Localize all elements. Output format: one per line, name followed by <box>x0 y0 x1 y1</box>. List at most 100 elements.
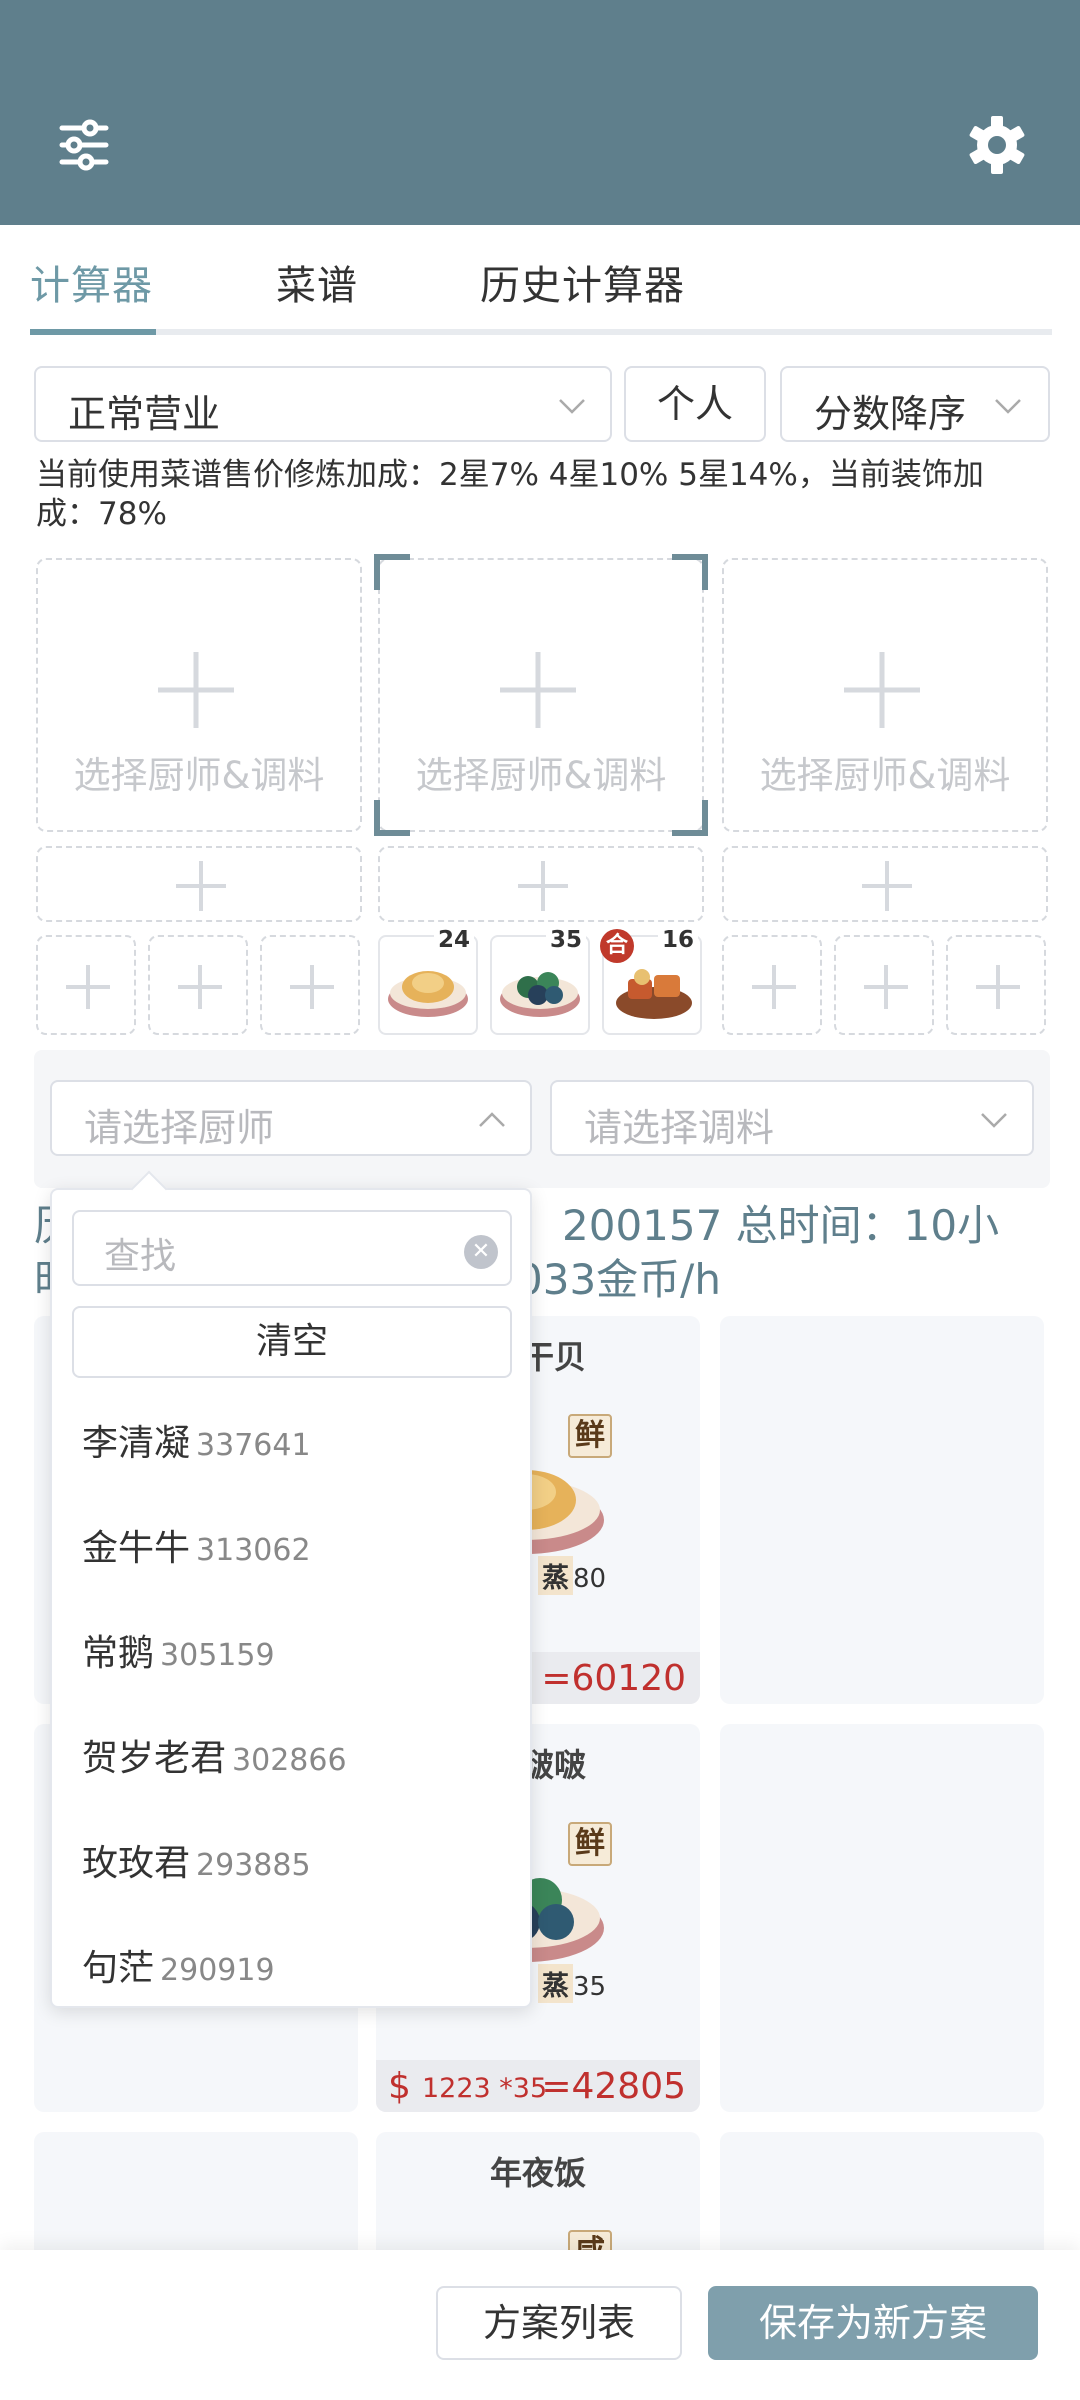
recipe-slot-gold-dish[interactable]: 24 <box>378 927 478 1035</box>
chef-option[interactable]: 贺岁老君 302866 <box>82 1729 347 1781</box>
chef-score: 305159 <box>160 1638 275 1673</box>
plan-list-button[interactable]: 方案列表 <box>436 2286 682 2360</box>
recipe-slot-empty[interactable] <box>722 935 822 1035</box>
recipe-slot-empty[interactable] <box>260 935 360 1035</box>
clear-search-icon[interactable]: ✕ <box>464 1235 498 1269</box>
selection-corner <box>672 800 708 836</box>
tab-history[interactable]: 历史计算器 <box>480 253 685 311</box>
plus-icon <box>158 652 234 728</box>
chef-select[interactable]: 请选择厨师 <box>50 1080 532 1156</box>
chef-score: 302866 <box>232 1743 347 1778</box>
price-total: =60120 <box>541 1658 686 1699</box>
chef-name: 句茫 <box>82 1948 155 1989</box>
combo-badge: 合 <box>600 929 634 963</box>
recipe-slot-empty[interactable] <box>946 935 1046 1035</box>
recipe-slot-empty[interactable] <box>834 935 934 1035</box>
sort-select[interactable]: 分数降序 <box>780 366 1050 442</box>
chevron-down-icon <box>559 399 585 414</box>
dish-count: 24 <box>433 927 474 953</box>
plus-icon <box>500 652 576 728</box>
equip-slot-3[interactable] <box>722 846 1048 922</box>
recipe-slot-empty[interactable] <box>148 935 248 1035</box>
selection-corner <box>374 554 410 590</box>
save-new-plan-button[interactable]: 保存为新方案 <box>708 2286 1038 2360</box>
plus-icon <box>862 861 912 911</box>
plus-icon <box>178 965 222 1009</box>
chef-score: 293885 <box>196 1848 311 1883</box>
bonus-info-text: 当前使用菜谱售价修炼加成：2星7% 4星10% 5星14%，当前装饰加成：78% <box>36 457 984 532</box>
summary-line2-right: 033金币/h <box>516 1255 721 1304</box>
chef-name: 常鹅 <box>82 1633 155 1674</box>
price-bar: $ 1223 *35 =42805 <box>376 2060 700 2112</box>
skill-value: 35 <box>573 1972 607 2002</box>
plus-icon <box>844 652 920 728</box>
seasoning-select-placeholder: 请选择调料 <box>584 1106 775 1150</box>
chef-score: 290919 <box>160 1953 275 1988</box>
skill-name: 蒸 <box>538 1964 573 2003</box>
chef-slot-1[interactable]: 选择厨师&调料 <box>36 558 362 832</box>
selection-corner <box>374 800 410 836</box>
recipe-slot-green-dish[interactable]: 35 <box>490 927 590 1035</box>
plus-icon <box>752 965 796 1009</box>
plus-icon <box>66 965 110 1009</box>
chef-name: 金牛牛 <box>82 1528 191 1569</box>
seasoning-select[interactable]: 请选择调料 <box>550 1080 1034 1156</box>
chef-select-placeholder: 请选择厨师 <box>84 1106 275 1150</box>
chef-option[interactable]: 句茫 290919 <box>82 1939 275 1991</box>
skill-requirement: 蒸 80 <box>538 1556 606 1595</box>
chef-name: 玫玫君 <box>82 1843 191 1884</box>
plus-icon <box>976 965 1020 1009</box>
search-placeholder: 查找 <box>104 1236 177 1277</box>
tab-track <box>30 329 1052 335</box>
chef-slot-2[interactable]: 选择厨师&调料 <box>374 554 708 836</box>
equip-slot-1[interactable] <box>36 846 362 922</box>
app-header <box>0 0 1080 225</box>
dish-count: 16 <box>657 927 698 953</box>
plus-icon <box>864 965 908 1009</box>
skill-value: 80 <box>573 1564 607 1594</box>
plus-icon <box>176 861 226 911</box>
clear-button[interactable]: 清空 <box>72 1306 512 1378</box>
chef-name: 李清凝 <box>82 1423 191 1464</box>
chef-slot-label: 选择厨师&调料 <box>759 754 1011 797</box>
chef-slot-label: 选择厨师&调料 <box>73 754 325 797</box>
skill-name: 蒸 <box>538 1556 573 1595</box>
chef-score: 337641 <box>196 1428 311 1463</box>
chef-option[interactable]: 金牛牛 313062 <box>82 1519 311 1571</box>
selection-corner <box>672 554 708 590</box>
price-symbol: $ <box>388 2066 411 2107</box>
tab-calculator[interactable]: 计算器 <box>30 253 153 311</box>
chef-option[interactable]: 常鹅 305159 <box>82 1624 275 1676</box>
tab-bar: 计算器 菜谱 历史计算器 <box>30 225 1052 340</box>
chef-dropdown: 查找 ✕ 清空 李清凝 337641 金牛牛 313062 常鹅 305159 贺岁老… <box>50 1170 532 2008</box>
recipe-slot-feast-dish[interactable]: 合 16 <box>600 927 702 1035</box>
chef-slot-label: 选择厨师&调料 <box>415 754 667 797</box>
chef-slot-3[interactable]: 选择厨师&调料 <box>722 558 1048 832</box>
summary-line1-right: 200157 总时间：10小 <box>562 1201 1000 1250</box>
chevron-down-icon <box>995 399 1021 414</box>
plus-icon <box>518 861 568 911</box>
chef-option[interactable]: 玫玫君 293885 <box>82 1834 311 1886</box>
recipe-card-empty <box>720 1316 1044 1704</box>
recipe-slot-empty[interactable] <box>36 935 136 1035</box>
scope-button[interactable]: 个人 <box>624 366 766 442</box>
price-total: =42805 <box>541 2066 686 2107</box>
skill-requirement: 蒸 35 <box>538 1964 606 2003</box>
plus-icon <box>290 965 334 1009</box>
dish-count: 35 <box>545 927 586 953</box>
gear-icon[interactable] <box>962 110 1032 180</box>
sliders-icon[interactable] <box>48 110 118 180</box>
chef-option[interactable]: 李清凝 337641 <box>82 1414 311 1466</box>
mode-select[interactable]: 正常营业 <box>34 366 612 442</box>
chef-search-input[interactable]: 查找 ✕ <box>72 1210 512 1286</box>
chevron-down-icon <box>981 1113 1007 1128</box>
tab-recipes[interactable]: 菜谱 <box>276 253 358 311</box>
equip-slot-2[interactable] <box>378 846 704 922</box>
recipe-title: 年夜饭 <box>489 2154 586 2192</box>
footer-bar: 方案列表 保存为新方案 <box>0 2250 1080 2400</box>
chevron-up-icon <box>479 1112 505 1127</box>
chef-score: 313062 <box>196 1533 311 1568</box>
recipe-card-empty <box>720 1724 1044 2112</box>
tab-active-indicator <box>30 329 156 335</box>
chef-name: 贺岁老君 <box>82 1738 227 1779</box>
